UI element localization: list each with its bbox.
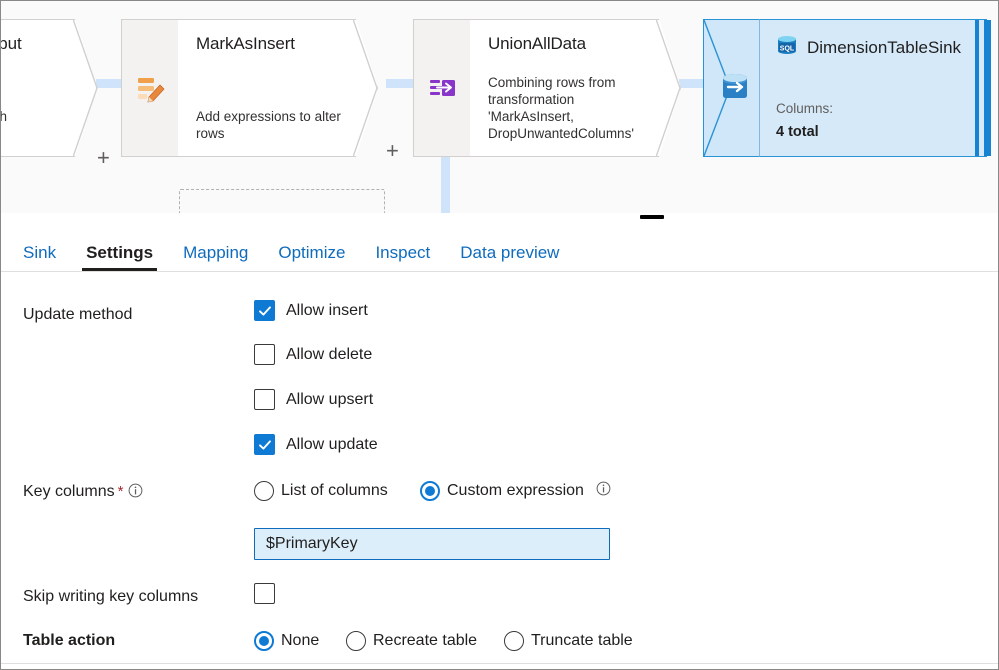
add-transformation-button-2[interactable]: + [386,140,399,162]
info-icon[interactable] [128,483,143,503]
sink-accent-bar-outer [984,20,991,156]
sink-columns-label: Columns: [776,101,834,116]
node-body[interactable]: MarkAsInsert Add expressions to alter ro… [178,19,378,157]
node-title: UnionAllData [488,34,587,53]
node-title: MarkAsInsert [196,34,295,53]
node-union-all-data[interactable]: UnionAllData Combining rows from transfo… [413,19,681,157]
node-description: Combining rows from transformation 'Mark… [488,75,634,141]
alter-row-pencil-icon [121,19,179,157]
tab-optimize[interactable]: Optimize [278,243,345,271]
update-method-label: Update method [23,306,133,323]
allow-update-checkbox[interactable] [254,434,275,455]
sink-body[interactable]: SQL DimensionTableSink Columns: 4 total [759,19,987,157]
radio-table-action-truncate[interactable]: Truncate table [504,631,633,651]
list-of-columns-radio[interactable] [254,481,274,501]
sql-database-icon: SQL [776,34,798,61]
required-asterisk: * [117,483,124,500]
list-of-columns-label: List of columns [281,482,388,499]
svg-text:SQL: SQL [780,46,795,53]
allow-update-label: Allow update [286,435,378,453]
table-action-label: Table action [23,632,116,649]
node-title: edColsInput [7,34,22,53]
custom-expression-radio[interactable] [420,481,440,501]
table-action-truncate-radio[interactable] [504,631,524,651]
union-merge-icon [413,19,471,157]
allow-upsert-checkbox[interactable] [254,389,275,410]
node-body[interactable]: edColsInput olumns to olsInput with tive… [1,19,97,157]
checkbox-allow-upsert[interactable]: Allow upsert [254,389,373,410]
tab-sink[interactable]: Sink [23,243,56,271]
custom-expression-input[interactable] [254,528,610,560]
allow-upsert-label: Allow upsert [286,390,374,408]
table-action-none-radio[interactable] [254,631,274,651]
stream-drop-placeholder[interactable] [179,189,385,213]
tab-data-preview[interactable]: Data preview [460,243,559,271]
mapping-data-flow-sink-settings-screen: edColsInput olumns to olsInput with tive… [0,0,999,670]
tab-settings[interactable]: Settings [82,243,158,271]
skip-writing-key-columns-checkbox[interactable] [254,583,275,604]
settings-tab-bar: Sink Settings Mapping Optimize Inspect D… [1,224,998,272]
checkbox-allow-update[interactable]: Allow update [254,434,378,455]
allow-delete-checkbox[interactable] [254,344,275,365]
custom-expression-info-icon[interactable] [596,481,611,501]
radio-table-action-recreate[interactable]: Recreate table [346,631,477,651]
sink-accent-bar-inner [975,20,979,156]
radio-custom-expression[interactable]: Custom expression [420,481,611,501]
tab-inspect[interactable]: Inspect [375,243,430,271]
node-mark-as-insert[interactable]: MarkAsInsert Add expressions to alter ro… [121,19,399,162]
allow-insert-checkbox[interactable] [254,300,275,321]
panel-resize-handle[interactable] [640,215,664,219]
table-action-recreate-label: Recreate table [373,632,478,649]
add-transformation-button-1[interactable]: + [97,147,110,169]
radio-table-action-none[interactable]: None [254,631,319,651]
table-action-none-label: None [281,632,320,649]
sink-title: DimensionTableSink [807,37,962,57]
table-action-recreate-radio[interactable] [346,631,366,651]
sink-arrow-icon [719,71,751,108]
node-drop-unwanted-columns[interactable]: edColsInput olumns to olsInput with tive… [1,19,110,169]
node-body[interactable]: UnionAllData Combining rows from transfo… [470,19,681,157]
custom-expression-label: Custom expression [447,482,584,499]
sink-title-row: SQL DimensionTableSink [776,34,970,61]
form-bottom-divider [1,663,998,664]
checkbox-allow-delete[interactable]: Allow delete [254,344,372,365]
data-flow-canvas[interactable]: edColsInput olumns to olsInput with tive… [1,1,998,214]
table-action-truncate-label: Truncate table [531,632,633,649]
sink-columns-value: 4 total [776,124,819,140]
skip-writing-key-columns-label: Skip writing key columns [23,588,199,605]
key-columns-label-row: Key columns * [23,483,143,503]
connector-wire-vertical [441,151,450,213]
allow-insert-label: Allow insert [286,301,368,319]
node-description: Add expressions to alter rows [196,109,341,141]
key-columns-label: Key columns [23,483,115,500]
checkbox-skip-writing-key-columns[interactable] [254,583,275,604]
settings-form: Update method Allow insert Allow delete … [1,272,998,669]
tab-mapping[interactable]: Mapping [183,243,248,271]
node-dimension-table-sink[interactable]: SQL DimensionTableSink Columns: 4 total [703,19,998,157]
allow-delete-label: Allow delete [286,345,373,363]
checkbox-allow-insert[interactable]: Allow insert [254,300,368,321]
node-description: olumns to olsInput with tive, [1,91,64,142]
radio-list-of-columns[interactable]: List of columns [254,481,388,501]
